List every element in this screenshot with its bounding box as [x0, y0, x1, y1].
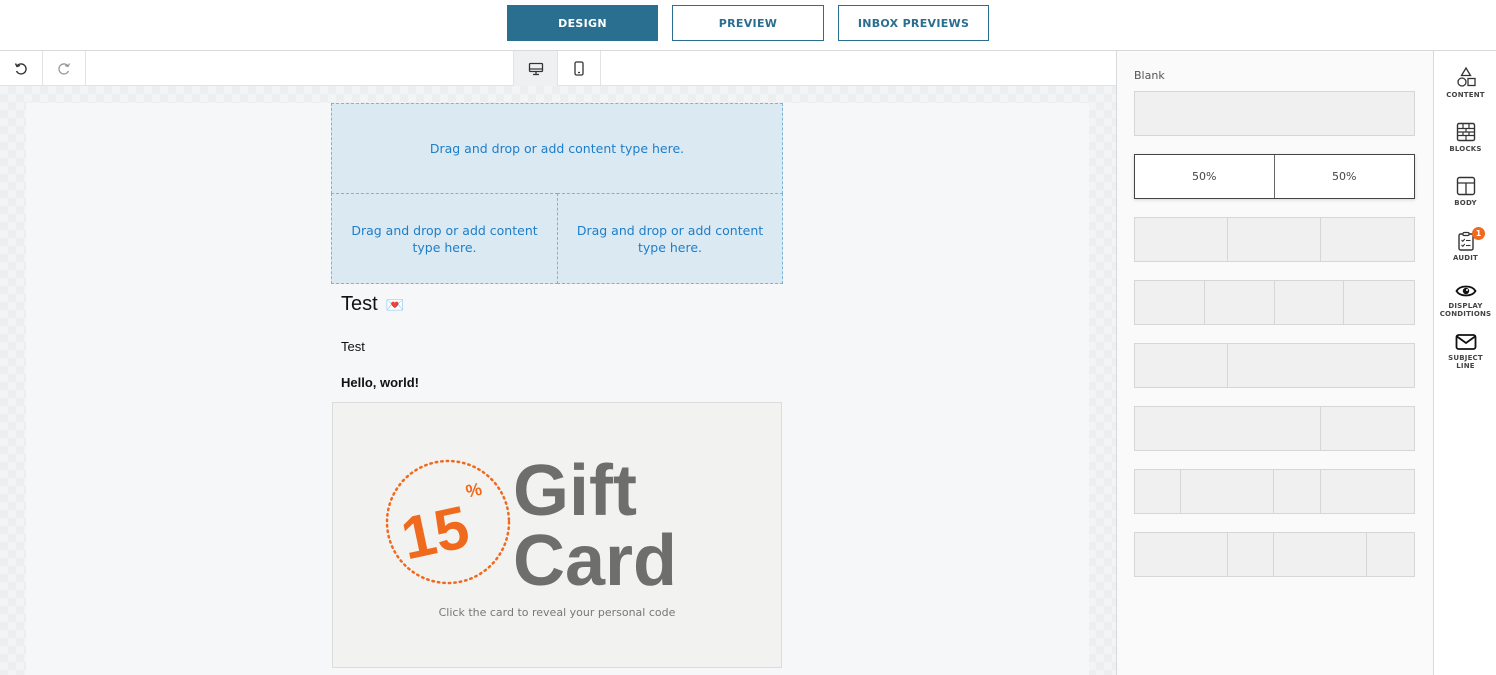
card-word: Card [513, 521, 677, 601]
gift-card-image[interactable]: 15 % Gift Card Click the card to reveal … [332, 402, 782, 668]
sidebar-label-audit: AUDIT [1452, 254, 1479, 262]
shapes-icon [1456, 66, 1476, 87]
display-label-line2: CONDITIONS [1439, 310, 1492, 318]
sidebar-item-body[interactable]: BODY [1434, 176, 1496, 207]
sidebar-label-blocks: BLOCKS [1449, 145, 1482, 153]
sidebar-label-display-conditions: DISPLAY CONDITIONS [1440, 302, 1492, 318]
sidebar-label-subject-line: SUBJECT LINE [1448, 354, 1483, 370]
drop-zone-left-column[interactable]: Drag and drop or add content type here. [331, 193, 558, 284]
desktop-view-button[interactable] [513, 51, 557, 86]
mobile-view-button[interactable] [557, 51, 601, 86]
audit-count-badge: 1 [1472, 227, 1485, 240]
sidebar-label-content: CONTENT [1446, 91, 1485, 99]
layouts-label: Blank [1134, 69, 1165, 82]
top-bar: DESIGN PREVIEW INBOX PREVIEWS [0, 0, 1496, 51]
percent-sign: % [464, 479, 484, 502]
subject-label-line1: SUBJECT [1448, 354, 1483, 362]
heading-block[interactable]: Test 💌 [341, 293, 404, 316]
redo-icon [58, 62, 71, 75]
layout-mixed-four-column[interactable] [1134, 469, 1415, 514]
layout-blank[interactable] [1134, 91, 1415, 136]
body-layout-icon [1456, 176, 1475, 196]
heading-text: Test [341, 293, 378, 315]
preview-tab-button[interactable]: PREVIEW [672, 5, 824, 41]
layout-two-column-50-50[interactable]: 50% 50% [1134, 154, 1415, 199]
envelope-icon [1455, 334, 1476, 350]
gift-card-graphic: 15 % Gift Card [385, 451, 677, 601]
layouts-panel: Blank 50% 50% [1116, 51, 1433, 675]
desktop-icon [528, 62, 543, 75]
sidebar-item-audit[interactable]: 1 AUDIT [1434, 227, 1496, 262]
layout-three-column[interactable] [1134, 217, 1415, 262]
gift-card-caption: Click the card to reveal your personal c… [438, 606, 676, 619]
drop-zone-right-column[interactable]: Drag and drop or add content type here. [557, 193, 783, 284]
undo-button[interactable] [0, 51, 43, 86]
inbox-previews-tab-button[interactable]: INBOX PREVIEWS [838, 5, 989, 41]
right-sidebar: CONTENT BLOCKS BODY 1 AUDIT DISPLAY CONDI… [1433, 51, 1496, 675]
redo-button[interactable] [43, 51, 86, 86]
sidebar-item-blocks[interactable]: BLOCKS [1434, 122, 1496, 153]
undo-icon [14, 62, 27, 75]
sidebar-item-display-conditions[interactable]: DISPLAY CONDITIONS [1434, 283, 1496, 318]
love-letter-emoji: 💌 [385, 296, 405, 314]
layout-column-right: 50% [1332, 170, 1357, 183]
sidebar-item-content[interactable]: CONTENT [1434, 66, 1496, 99]
text-block[interactable]: Test [341, 339, 365, 354]
blocks-icon [1456, 122, 1475, 142]
percent-value: 15 [396, 493, 475, 572]
layout-mixed-four-column-alt[interactable] [1134, 532, 1415, 577]
layout-one-third-two-thirds[interactable] [1134, 343, 1415, 388]
design-tab-button[interactable]: DESIGN [507, 5, 658, 41]
layout-two-thirds-one-third[interactable] [1134, 406, 1415, 451]
layout-four-column[interactable] [1134, 280, 1415, 325]
eye-icon [1454, 285, 1477, 297]
layout-column-left: 50% [1135, 155, 1275, 198]
editor-toolbar [0, 51, 1116, 86]
sidebar-label-body: BODY [1454, 199, 1477, 207]
gift-word: Gift [513, 451, 637, 531]
sidebar-item-subject-line[interactable]: SUBJECT LINE [1434, 333, 1496, 370]
mobile-icon [574, 61, 584, 76]
subject-label-line2: LINE [1456, 362, 1475, 370]
display-label-line1: DISPLAY [1448, 302, 1483, 310]
drop-zone-full-width[interactable]: Drag and drop or add content type here. [331, 103, 783, 194]
bold-text-block[interactable]: Hello, world! [341, 375, 419, 390]
